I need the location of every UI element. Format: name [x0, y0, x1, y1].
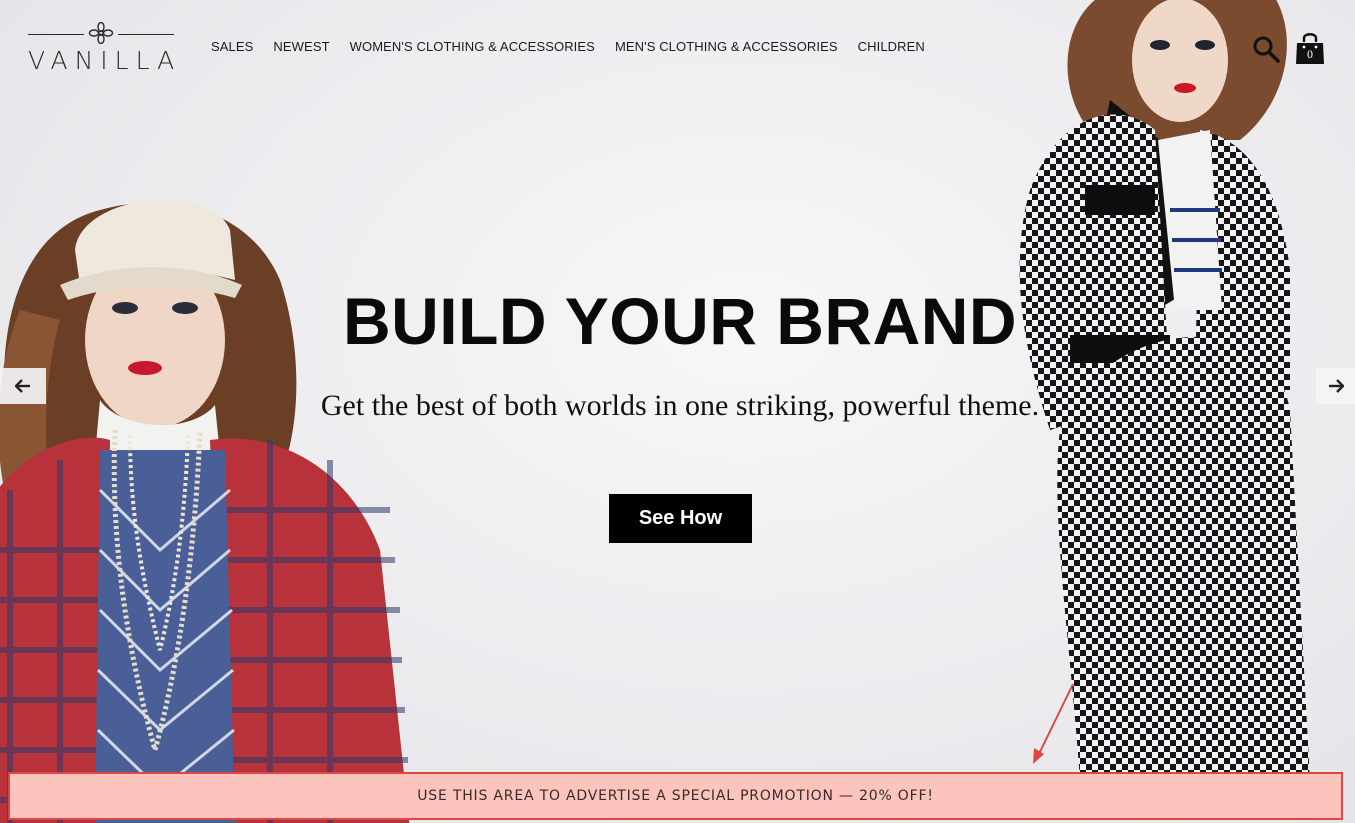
brand-name: VANILLA — [28, 46, 182, 75]
search-button[interactable] — [1252, 35, 1280, 63]
slider-next-button[interactable] — [1316, 368, 1355, 404]
see-how-button[interactable]: See How — [609, 494, 752, 543]
brand-logo[interactable]: VANILLA — [28, 22, 182, 75]
logo-rule-right — [118, 34, 174, 35]
search-icon — [1253, 36, 1280, 63]
hero-title: BUILD YOUR BRAND — [342, 284, 1018, 358]
flower-logo-icon — [88, 22, 114, 44]
cart-button[interactable]: 0 — [1295, 30, 1325, 66]
page: VANILLA SALES NEWEST WOMEN'S CLOTHING & … — [0, 0, 1355, 823]
annotation-arrow-icon — [1033, 683, 1074, 764]
promotion-bar[interactable]: USE THIS AREA TO ADVERTISE A SPECIAL PRO… — [8, 772, 1343, 820]
arrow-left-icon — [15, 379, 30, 393]
logo-rule-left — [28, 34, 84, 35]
cart-count-badge: 0 — [1307, 47, 1313, 61]
slider-prev-button[interactable] — [0, 368, 46, 404]
hero-subtitle: Get the best of both worlds in one strik… — [320, 389, 1040, 422]
nav-item-sales[interactable]: SALES — [211, 39, 253, 54]
nav-item-womens[interactable]: WOMEN'S CLOTHING & ACCESSORIES — [350, 39, 595, 54]
nav-item-mens[interactable]: MEN'S CLOTHING & ACCESSORIES — [615, 39, 838, 54]
main-nav: SALES NEWEST WOMEN'S CLOTHING & ACCESSOR… — [211, 39, 925, 54]
promotion-text: USE THIS AREA TO ADVERTISE A SPECIAL PRO… — [417, 788, 934, 804]
nav-item-newest[interactable]: NEWEST — [273, 39, 329, 54]
arrow-right-icon — [1328, 379, 1344, 393]
nav-item-children[interactable]: CHILDREN — [858, 39, 925, 54]
site-header: VANILLA SALES NEWEST WOMEN'S CLOTHING & … — [0, 0, 1355, 95]
